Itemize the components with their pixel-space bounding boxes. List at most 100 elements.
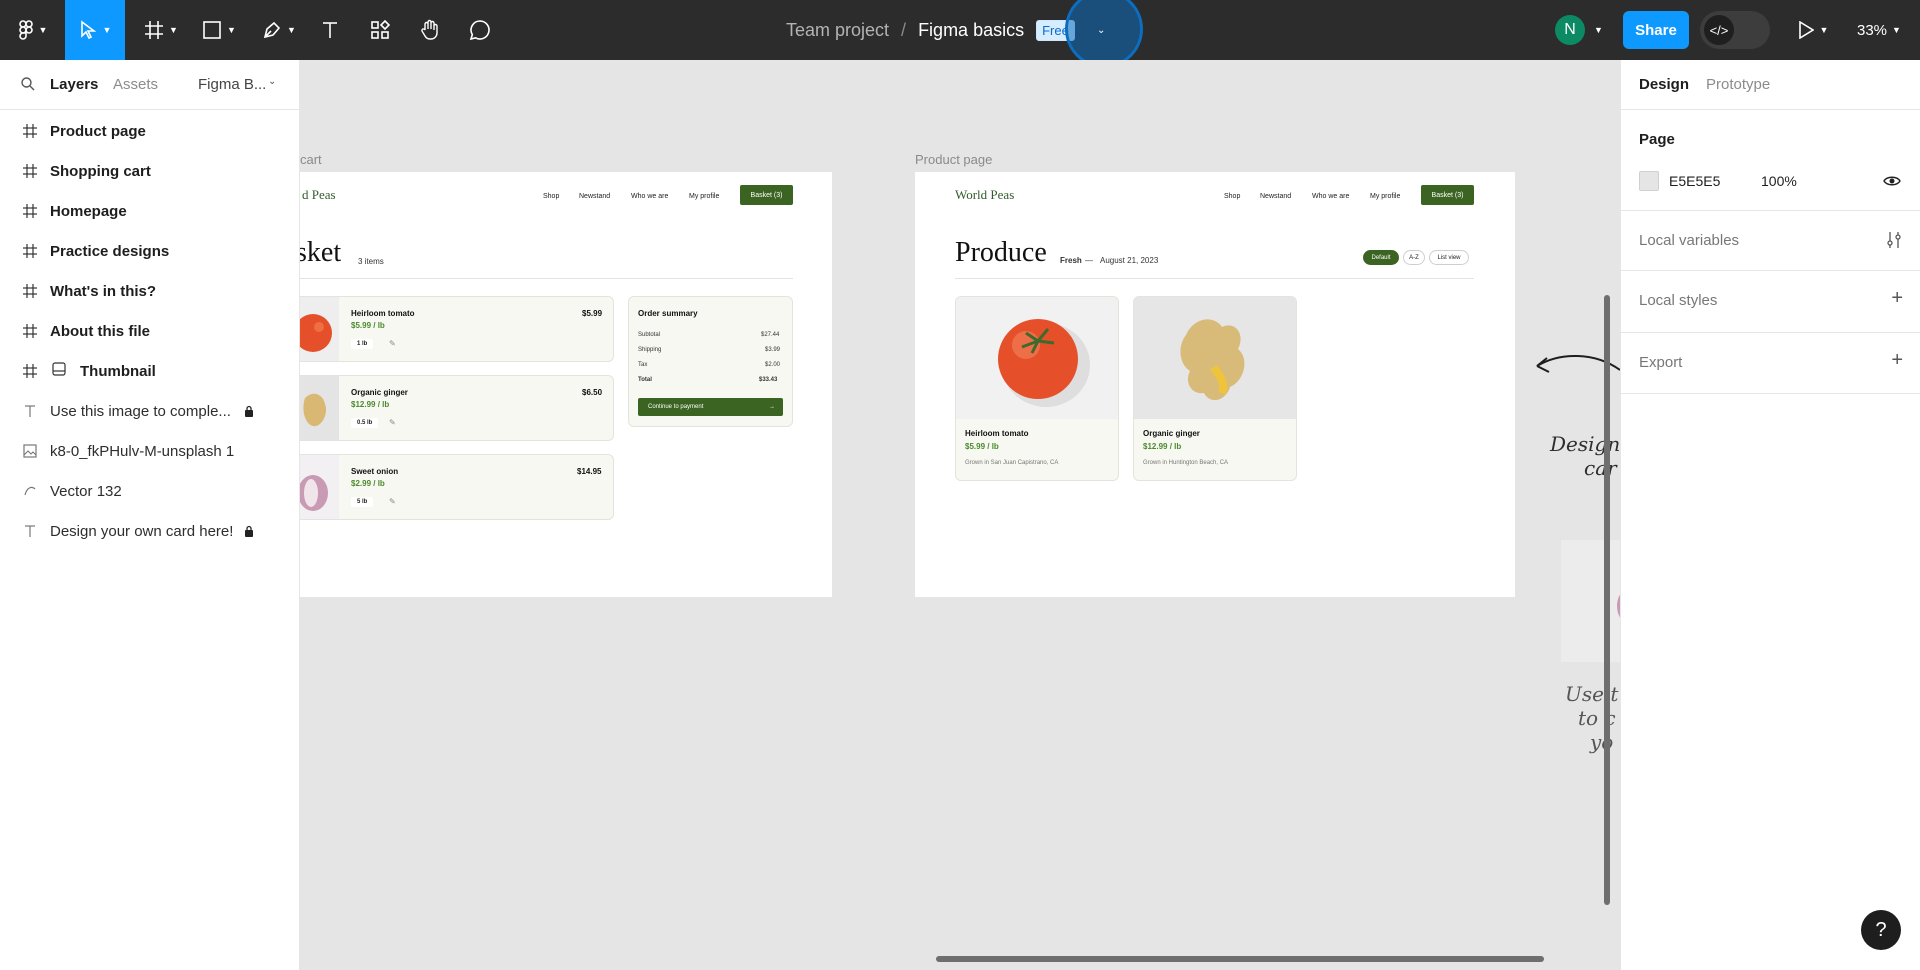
left-panel-tabs: Layers Assets Figma B... ⌄ [0,60,300,110]
handwriting-design-line2[interactable]: car [1584,456,1617,480]
page-selector[interactable]: Figma B... [198,76,266,93]
search-icon[interactable] [20,76,36,92]
product-nav-shop: Shop [1224,193,1241,200]
handwriting-use-line1[interactable]: Use t [1565,682,1618,706]
horizontal-scrollbar[interactable] [936,956,1544,962]
frame-label-cart[interactable]: cart [300,152,322,167]
layer-unsplash-image[interactable]: k8-0_fkPHulv-M-unsplash 1 [0,431,300,471]
page-color-swatch[interactable] [1639,171,1659,191]
lock-icon[interactable] [243,405,255,417]
summary-value: $3.99 [765,347,781,353]
page-opacity[interactable]: 100% [1761,173,1797,189]
sort-default: Default [1363,250,1399,265]
resources-tool-button[interactable] [368,0,392,60]
cart-item-name: Sweet onion [351,467,399,476]
chevron-down-icon[interactable]: ▼ [1594,0,1603,60]
artboard-product-page[interactable]: World Peas Shop Newstand Who we are My p… [915,172,1515,597]
plus-icon[interactable]: + [1891,287,1903,310]
export-section[interactable]: Export + [1621,333,1920,394]
dev-mode-toggle[interactable]: </> [1700,11,1770,49]
layer-label: Design your own card here! [50,522,234,540]
artboard-shopping-cart[interactable]: d Peas Shop Newstand Who we are My profi… [300,172,832,597]
frame-tool-button[interactable]: ▼ [140,0,182,60]
shape-tool-button[interactable]: ▼ [198,0,240,60]
ginger-image [300,376,339,440]
tab-assets[interactable]: Assets [113,76,158,93]
local-styles-section[interactable]: Local styles + [1621,271,1920,333]
chevron-down-icon: ▼ [287,25,296,35]
cart-nav-logo: d Peas [302,187,336,202]
image-icon [22,443,38,459]
product-card-origin: Grown in San Juan Capistrano, CA [965,460,1059,466]
tomato-image [956,297,1118,419]
file-title: Team project / Figma basics Free [786,0,1075,60]
main-menu-button[interactable]: ▼ [12,0,52,60]
figma-logo-icon [18,20,33,40]
product-basket-button: Basket (3) [1421,185,1474,205]
frame-hash-icon [145,21,164,39]
tab-design[interactable]: Design [1639,76,1689,93]
tab-layers[interactable]: Layers [50,76,98,93]
zoom-control[interactable]: 33% ▼ [1857,0,1901,60]
text-tool-button[interactable] [318,0,342,60]
layer-shopping-cart[interactable]: Shopping cart [0,151,300,191]
layer-homepage[interactable]: Homepage [0,191,300,231]
layer-use-this-image[interactable]: Use this image to comple... [0,391,300,431]
layer-design-your-own-card[interactable]: Design your own card here! [0,511,300,551]
variables-sliders-icon[interactable] [1886,231,1902,249]
summary-value: $33.43 [759,377,778,383]
code-brackets-icon: </> [1704,15,1734,45]
card-image-placeholder[interactable] [1561,540,1620,662]
design-canvas[interactable]: cart d Peas Shop Newstand Who we are My … [300,60,1620,970]
product-dash: — [1085,256,1093,265]
layer-about-this-file[interactable]: About this file [0,311,300,351]
tab-prototype[interactable]: Prototype [1706,76,1770,93]
layer-product-page[interactable]: Product page [0,111,300,151]
layer-vector-132[interactable]: Vector 132 [0,471,300,511]
product-tag: Fresh [1060,256,1082,265]
move-tool-button[interactable]: ▼ [65,0,125,60]
pen-icon [263,21,281,39]
hand-tool-button[interactable] [418,0,442,60]
vertical-scrollbar[interactable] [1604,295,1610,905]
breadcrumb-team[interactable]: Team project [786,20,889,41]
order-summary-card: Order summary Subtotal $27.44 Shipping $… [628,296,793,427]
product-divider [955,278,1474,279]
file-name[interactable]: Figma basics [918,20,1024,41]
properties-panel: Design Prototype Page E5E5E5 100% Local … [1620,60,1920,970]
pen-tool-button[interactable]: ▼ [258,0,300,60]
layer-label: Practice designs [50,242,170,260]
product-nav-who: Who we are [1312,193,1350,200]
frame-hash-icon [22,163,38,179]
local-styles-title: Local styles [1639,292,1718,309]
layer-whats-in-this[interactable]: What's in this? [0,271,300,311]
product-card-name: Organic ginger [1143,429,1200,438]
frame-label-product-page[interactable]: Product page [915,152,992,167]
layer-label: Homepage [50,202,127,220]
present-button[interactable]: ▼ [1796,0,1830,60]
layer-thumbnail[interactable]: Thumbnail [0,351,300,391]
right-panel-tabs: Design Prototype [1621,60,1920,110]
text-t-icon [323,22,337,38]
layer-label: Vector 132 [50,482,122,500]
cart-item-unit-price: $12.99 / lb [351,400,390,409]
share-button[interactable]: Share [1623,11,1689,49]
help-button[interactable]: ? [1861,910,1901,950]
local-variables-section[interactable]: Local variables [1621,211,1920,271]
pencil-icon: ✎ [389,418,396,427]
eye-icon[interactable] [1883,174,1901,188]
avatar[interactable]: N [1555,15,1585,45]
chevron-down-icon: ▼ [227,25,236,35]
text-t-icon [22,523,38,539]
chevron-down-icon[interactable]: ⌄ [268,76,276,87]
lock-icon[interactable] [243,525,255,537]
comment-tool-button[interactable] [468,0,492,60]
cart-item-qty: 5 lb [351,497,374,507]
layer-practice-designs[interactable]: Practice designs [0,231,300,271]
cart-item-name: Organic ginger [351,388,408,397]
cart-item: Organic ginger $12.99 / lb $6.50 0.5 lb … [300,375,614,441]
page-color-hex[interactable]: E5E5E5 [1669,173,1720,189]
chevron-down-icon: ▼ [1819,25,1829,35]
file-menu-chevron-icon[interactable]: ⌄ [1097,0,1105,60]
plus-icon[interactable]: + [1891,349,1903,372]
